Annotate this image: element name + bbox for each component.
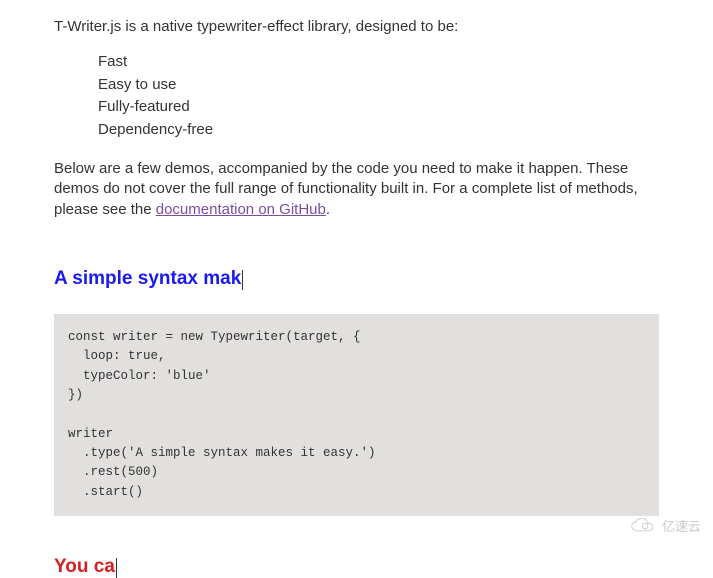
watermark-text: 亿速云 xyxy=(662,516,701,535)
demo-heading-red: You ca xyxy=(54,556,659,578)
cloud-icon xyxy=(629,517,657,535)
intro-text: T-Writer.js is a native typewriter-effec… xyxy=(54,16,659,37)
typewriter-cursor-icon xyxy=(116,558,117,578)
description-after-link: . xyxy=(326,201,330,218)
feature-item: Fully-featured xyxy=(98,96,659,119)
documentation-link[interactable]: documentation on GitHub xyxy=(156,201,326,218)
description-text: Below are a few demos, accompanied by th… xyxy=(54,159,659,220)
feature-list: Fast Easy to use Fully-featured Dependen… xyxy=(54,51,659,141)
feature-item: Fast xyxy=(98,51,659,74)
feature-item: Dependency-free xyxy=(98,119,659,142)
description-before-link: Below are a few demos, accompanied by th… xyxy=(54,160,638,218)
heading-red-text: You ca xyxy=(54,556,115,577)
demo-heading-blue: A simple syntax mak xyxy=(54,268,659,290)
feature-item: Easy to use xyxy=(98,74,659,97)
watermark: 亿速云 xyxy=(629,516,701,535)
heading-blue-text: A simple syntax mak xyxy=(54,268,241,289)
typewriter-cursor-icon xyxy=(242,270,243,290)
code-block: const writer = new Typewriter(target, { … xyxy=(54,314,659,516)
